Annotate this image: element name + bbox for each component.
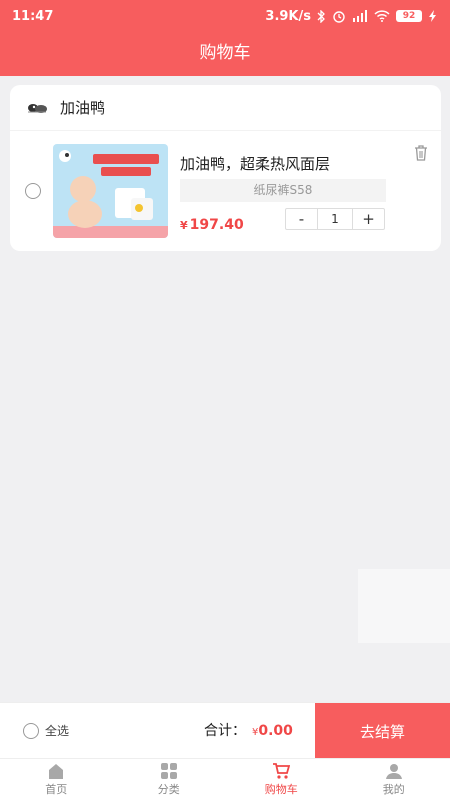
status-icons: 3.9K/s 92 <box>265 9 438 24</box>
select-all-label: 全选 <box>45 724 70 738</box>
product-image[interactable] <box>53 144 168 238</box>
quantity-stepper: - 1 + <box>285 208 385 230</box>
page-title: 购物车 <box>199 43 251 63</box>
price-value: 197.40 <box>189 217 244 233</box>
charging-icon <box>429 10 436 22</box>
user-icon <box>385 764 402 779</box>
tab-mine[interactable]: 我的 <box>338 759 450 800</box>
tab-category-label: 分类 <box>157 783 180 796</box>
tab-home-label: 首页 <box>45 783 68 796</box>
bluetooth-icon <box>317 9 325 23</box>
alarm-icon <box>333 11 345 23</box>
quantity-input[interactable]: 1 <box>317 209 353 229</box>
product-price: ¥197.40 <box>180 217 244 233</box>
duck-logo-icon <box>28 103 47 113</box>
select-all-toggle[interactable]: 全选 <box>23 722 69 739</box>
total-summary: 合计： ¥ 0.00 <box>204 720 293 740</box>
checkout-bar: 全选 合计： ¥ 0.00 去结算 <box>0 702 450 759</box>
cart-item: 加油鸭，超柔热风面层 纸尿裤S58 ¥197.40 - 1 + <box>10 131 441 251</box>
status-bar: 11:47 3.9K/s 92 <box>0 0 450 32</box>
cart-icon <box>273 763 291 779</box>
price-currency: ¥ <box>180 219 188 232</box>
total-value: 0.00 <box>258 723 293 739</box>
total-label: 合计： <box>204 723 246 739</box>
cart-card: 加油鸭 加油鸭，超柔热风面层 纸尿裤S58 ¥ 197.40 - 1 + <box>10 85 441 251</box>
tab-cart-label: 购物车 <box>264 783 298 796</box>
product-spec[interactable]: 纸尿裤S58 <box>180 179 386 202</box>
trash-icon[interactable] <box>413 144 429 162</box>
product-title[interactable]: 加油鸭，超柔热风面层 <box>180 153 330 174</box>
battery-indicator: 92 <box>396 10 422 22</box>
status-time: 11:47 <box>12 8 54 24</box>
tab-home[interactable]: 首页 <box>0 759 113 800</box>
increment-button[interactable]: + <box>353 209 384 229</box>
checkout-button[interactable]: 去结算 <box>315 703 450 759</box>
product-image-graphic <box>53 144 168 238</box>
select-all-checkbox[interactable] <box>23 722 39 739</box>
shop-header[interactable]: 加油鸭 <box>10 85 441 131</box>
tab-mine-label: 我的 <box>382 783 405 796</box>
signal-icon <box>353 10 367 22</box>
wifi-icon <box>374 10 390 22</box>
tab-category[interactable]: 分类 <box>113 759 226 800</box>
app-header: 11:47 3.9K/s 92 购物车 <box>0 0 450 76</box>
bottom-tabbar: 首页 分类 购物车 我的 <box>0 758 450 800</box>
item-select-checkbox[interactable] <box>25 183 41 199</box>
shop-name: 加油鸭 <box>60 99 106 117</box>
network-speed: 3.9K/s <box>265 8 311 24</box>
home-icon <box>49 764 64 779</box>
tab-cart[interactable]: 购物车 <box>225 759 338 800</box>
category-icon <box>160 763 177 779</box>
decrement-button[interactable]: - <box>286 209 317 229</box>
floating-panel <box>358 569 450 643</box>
